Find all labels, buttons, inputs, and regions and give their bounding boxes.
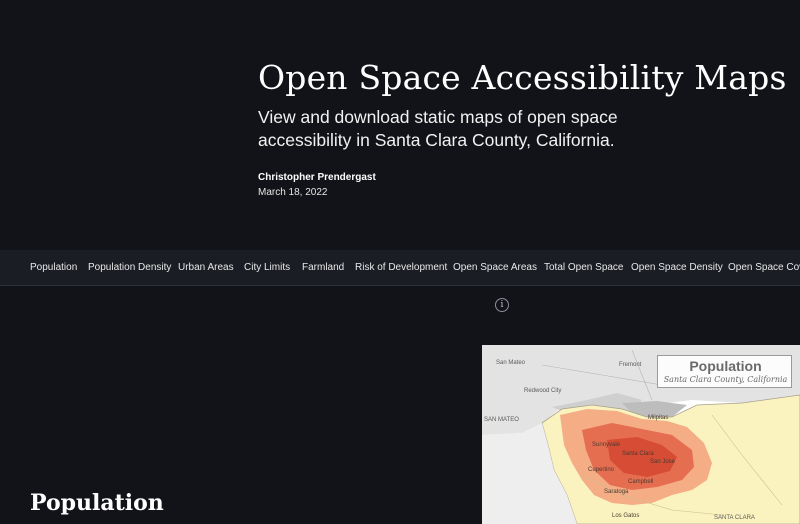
- page-subtitle: View and download static maps of open sp…: [258, 107, 618, 150]
- nav-item-open-space-density[interactable]: Open Space Density: [631, 250, 723, 285]
- info-icon[interactable]: i: [495, 298, 509, 312]
- map-label-redwood-city: Redwood City: [524, 388, 562, 394]
- map-label-san-mateo: San Mateo: [496, 360, 526, 366]
- map-label-campbell: Campbell: [628, 479, 654, 485]
- map-label-cupertino: Cupertino: [588, 467, 615, 473]
- map-label-los-gatos: Los Gatos: [612, 513, 640, 519]
- population-map-image[interactable]: Population Santa Clara County, Californi…: [482, 345, 800, 524]
- nav-item-open-space-coverage[interactable]: Open Space Cove: [728, 250, 800, 285]
- nav-item-population-density[interactable]: Population Density: [88, 250, 171, 285]
- nav-item-risk-of-development[interactable]: Risk of Development: [355, 250, 447, 285]
- map-label-sunnyvale: Sunnyvale: [592, 442, 621, 448]
- map-label-san-jose: San Jose: [650, 459, 676, 465]
- map-legend: Population Santa Clara County, Californi…: [657, 355, 792, 388]
- section-title-population: Population: [30, 490, 164, 516]
- nav-item-city-limits[interactable]: City Limits: [244, 250, 290, 285]
- map-label-saratoga: Saratoga: [604, 489, 629, 495]
- map-legend-subtitle: Santa Clara County, California: [663, 375, 788, 384]
- map-label-san-mateo-county: SAN MATEO: [484, 417, 519, 423]
- hero-header: Open Space Accessibility Maps View and d…: [0, 0, 800, 250]
- publish-date: March 18, 2022: [258, 187, 328, 198]
- map-label-santa-clara-county: SANTA CLARA: [714, 515, 755, 521]
- map-label-milpitas: Milpitas: [648, 415, 669, 421]
- nav-item-total-open-space[interactable]: Total Open Space: [544, 250, 624, 285]
- nav-item-population[interactable]: Population: [30, 250, 77, 285]
- nav-item-open-space-areas[interactable]: Open Space Areas: [453, 250, 537, 285]
- page-title: Open Space Accessibility Maps: [258, 58, 787, 97]
- author-name: Christopher Prendergast: [258, 172, 376, 183]
- map-label-santa-clara: Santa Clara: [622, 451, 654, 457]
- nav-item-urban-areas[interactable]: Urban Areas: [178, 250, 234, 285]
- nav-item-farmland[interactable]: Farmland: [302, 250, 344, 285]
- map-legend-title: Population: [689, 358, 762, 374]
- map-label-fremont: Fremont: [619, 362, 642, 368]
- section-nav-bar: Population Population Density Urban Area…: [0, 250, 800, 286]
